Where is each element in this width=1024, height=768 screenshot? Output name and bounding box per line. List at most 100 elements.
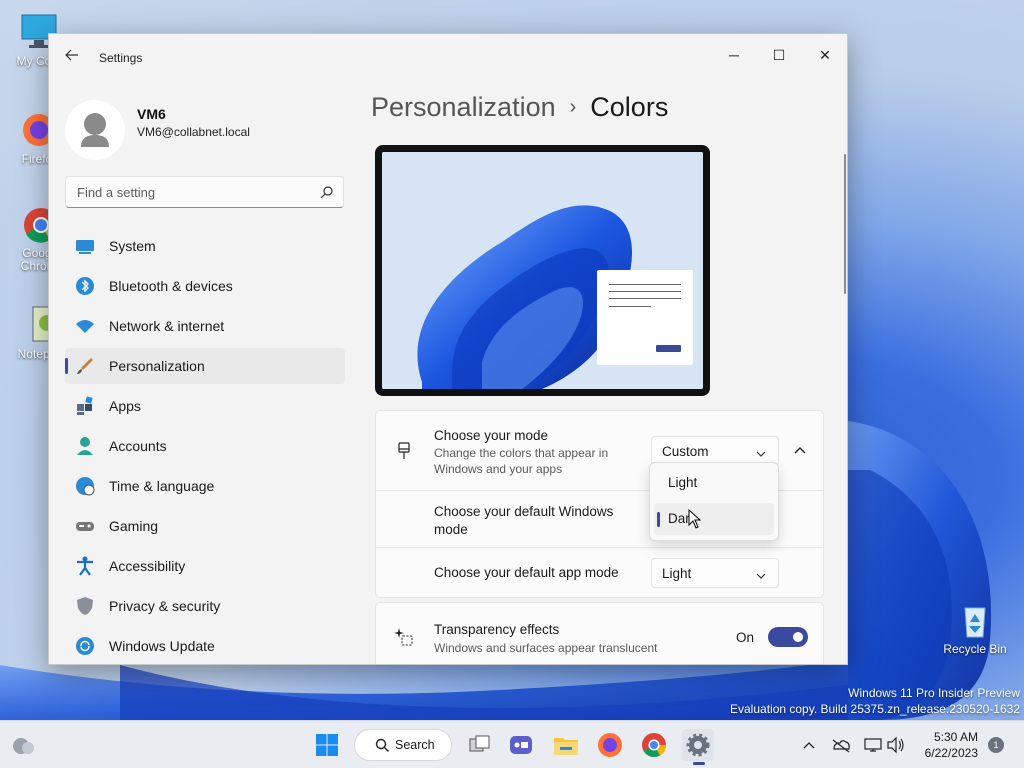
transparency-row: Transparency effects Windows and surface… [376, 603, 823, 664]
sidebar-item-apps[interactable]: Apps [65, 388, 345, 424]
minimize-button[interactable]: ─ [711, 40, 757, 70]
option-dark[interactable]: Dark [654, 503, 774, 535]
sidebar-item-label: Windows Update [109, 638, 215, 654]
clock-time: 5:30 AM [933, 730, 978, 744]
bluetooth-icon [75, 276, 95, 296]
sidebar-item-time-language[interactable]: Time & language [65, 468, 345, 504]
settings-window: Settings ─ ☐ ✕ VM6 VM6@collabnet.local F… [48, 33, 848, 665]
page-title: Colors [590, 92, 669, 122]
task-view-icon[interactable] [463, 729, 495, 761]
mouse-cursor-icon [688, 509, 702, 529]
user-email: VM6@collabnet.local [137, 125, 250, 139]
app-mode-row: Choose your default app mode Light [376, 548, 823, 598]
taskbar: Search 5:30 AM 6/22/2023 1 [0, 720, 1024, 768]
scrollbar[interactable] [844, 154, 846, 294]
accounts-icon [75, 436, 95, 456]
network-status-icon[interactable] [862, 729, 884, 761]
app-mode-dropdown[interactable]: Light [651, 558, 779, 588]
close-button[interactable]: ✕ [802, 40, 847, 70]
time-icon [75, 476, 95, 496]
theme-preview [375, 145, 710, 396]
network-icon [75, 316, 95, 336]
transparency-toggle[interactable] [768, 627, 808, 647]
settings-taskbar-icon[interactable] [682, 729, 714, 761]
weather-icon[interactable] [8, 729, 40, 761]
running-indicator [693, 762, 705, 765]
desktop-icon-label: Recycle Bin [943, 642, 1007, 656]
preview-window [597, 270, 693, 365]
search-input[interactable]: Find a setting [65, 176, 344, 208]
sidebar-nav: System Bluetooth & devices Network & int… [65, 228, 345, 664]
start-button[interactable] [311, 729, 343, 761]
firefox-taskbar-icon[interactable] [594, 729, 626, 761]
sidebar-item-label: Gaming [109, 518, 159, 534]
volume-icon[interactable] [885, 729, 907, 761]
option-label: Light [668, 475, 698, 490]
chevron-down-icon [756, 568, 766, 579]
toggle-state: On [736, 630, 755, 645]
apps-icon [75, 396, 95, 416]
sidebar-item-label: Personalization [109, 358, 205, 374]
sidebar-item-label: Bluetooth & devices [109, 278, 233, 294]
paintbrush-icon [394, 441, 414, 461]
transparency-title: Transparency effects [434, 622, 560, 637]
avatar[interactable] [65, 100, 125, 160]
show-hidden-icons-chevron-icon[interactable] [798, 729, 820, 761]
system-clock[interactable]: 5:30 AM 6/22/2023 [918, 729, 978, 761]
sidebar-item-system[interactable]: System [65, 228, 345, 264]
mode-title: Choose your mode [434, 428, 549, 443]
sidebar-item-privacy[interactable]: Privacy & security [65, 588, 345, 624]
sidebar-item-gaming[interactable]: Gaming [65, 508, 345, 544]
sidebar-item-windows-update[interactable]: Windows Update [65, 628, 345, 664]
sidebar-item-accounts[interactable]: Accounts [65, 428, 345, 464]
sparkle-icon [394, 627, 414, 647]
collapse-button[interactable] [786, 437, 814, 465]
window-title: Settings [99, 51, 143, 65]
windows-logo-icon [316, 734, 338, 756]
title-bar: Settings ─ ☐ ✕ [49, 34, 847, 80]
sidebar-item-label: Apps [109, 398, 141, 414]
person-icon [81, 113, 109, 147]
cloud-offline-icon[interactable] [830, 729, 852, 761]
taskbar-search[interactable]: Search [354, 729, 452, 761]
watermark-line2: Evaluation copy. Build 25375.zn_release.… [730, 702, 1020, 716]
sidebar-item-label: Accessibility [109, 558, 186, 574]
sidebar-item-label: Privacy & security [109, 598, 221, 614]
chat-icon[interactable] [505, 729, 537, 761]
sidebar-item-personalization[interactable]: Personalization [65, 348, 345, 384]
sidebar-item-accessibility[interactable]: Accessibility [65, 548, 345, 584]
personalization-icon [75, 356, 95, 376]
search-icon [320, 185, 334, 199]
back-arrow-icon[interactable] [63, 48, 81, 66]
sidebar-item-label: System [109, 238, 156, 254]
windows-mode-dropdown-menu: Light Dark [649, 462, 779, 541]
breadcrumb: Personalization › Colors [371, 92, 668, 123]
chrome-taskbar-icon[interactable] [638, 729, 670, 761]
mode-dropdown-value: Custom [662, 444, 709, 459]
shield-icon [75, 596, 95, 616]
notification-badge[interactable]: 1 [988, 737, 1004, 753]
breadcrumb-parent[interactable]: Personalization [371, 92, 556, 122]
system-icon [75, 236, 95, 256]
recycle-bin-icon [955, 600, 995, 640]
sidebar-item-label: Network & internet [109, 318, 225, 334]
mode-subtitle: Change the colors that appear in Windows… [434, 446, 609, 476]
search-icon [375, 738, 390, 753]
gaming-icon [75, 516, 95, 536]
sidebar-item-network[interactable]: Network & internet [65, 308, 345, 344]
desktop-icon-recycle-bin[interactable]: Recycle Bin [938, 600, 1012, 656]
transparency-subtitle: Windows and surfaces appear translucent [434, 641, 658, 655]
user-name: VM6 [137, 106, 166, 122]
transparency-card: Transparency effects Windows and surface… [375, 602, 824, 664]
chevron-down-icon [756, 446, 766, 457]
clock-date: 6/22/2023 [924, 746, 978, 760]
maximize-button[interactable]: ☐ [756, 40, 802, 70]
option-light[interactable]: Light [654, 467, 774, 499]
accessibility-icon [75, 556, 95, 576]
file-explorer-icon[interactable] [550, 729, 582, 761]
sidebar-item-bluetooth[interactable]: Bluetooth & devices [65, 268, 345, 304]
breadcrumb-separator: › [569, 96, 577, 118]
taskbar-search-label: Search [395, 738, 435, 752]
sidebar-item-label: Time & language [109, 478, 215, 494]
update-icon [75, 636, 95, 656]
